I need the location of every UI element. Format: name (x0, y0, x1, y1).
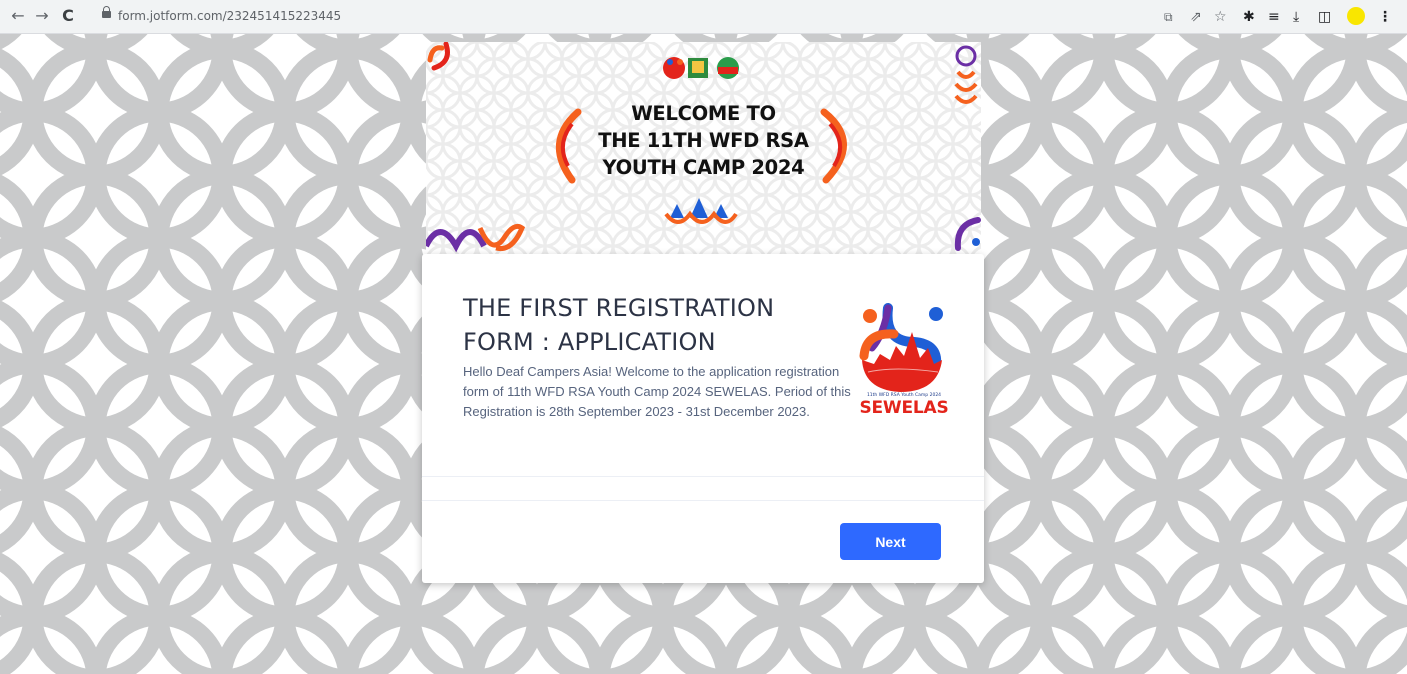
sewelas-logo-mark (859, 303, 943, 392)
download-icon[interactable]: ⤓ (1293, 7, 1299, 27)
welcome-line-3: YOUTH CAMP 2024 (602, 156, 805, 179)
lock-icon[interactable] (102, 6, 111, 18)
reading-list-icon[interactable]: ≡ (1268, 7, 1280, 27)
forward-button[interactable]: → (32, 6, 52, 26)
partner-logos (663, 57, 739, 79)
divider (422, 476, 984, 477)
translate-icon[interactable]: ⧉ (1164, 7, 1173, 27)
form-title-line-1: THE FIRST REGISTRATION (463, 294, 775, 322)
divider (422, 500, 984, 501)
welcome-line-2: THE 11TH WFD RSA (598, 129, 809, 152)
extensions-icon[interactable]: ✱ (1243, 7, 1255, 27)
url-text[interactable]: form.jotform.com/232451415223445 (118, 9, 341, 23)
welcome-line-1: WELCOME TO (631, 102, 776, 125)
sewelas-wordmark: SEWELAS (859, 398, 949, 418)
form-card: THE FIRST REGISTRATION FORM : APPLICATIO… (422, 254, 984, 583)
form-title: THE FIRST REGISTRATION FORM : APPLICATIO… (463, 291, 823, 359)
form-description: Hello Deaf Campers Asia! Welcome to the … (463, 364, 851, 419)
share-icon[interactable]: ⇗ (1190, 7, 1202, 27)
profile-avatar[interactable] (1347, 7, 1365, 25)
sewelas-logo: 11th WFD RSA Youth Camp 2024 SEWELAS (854, 298, 954, 418)
menu-icon[interactable]: ⋮ (1378, 7, 1392, 27)
star-icon[interactable]: ☆ (1214, 7, 1227, 27)
address-bar[interactable]: form.jotform.com/232451415223445 (90, 4, 1320, 30)
reload-button[interactable]: C (58, 6, 78, 26)
welcome-heading: WELCOME TO THE 11TH WFD RSA YOUTH CAMP 2… (426, 100, 981, 181)
header-banner: WELCOME TO THE 11TH WFD RSA YOUTH CAMP 2… (426, 42, 981, 254)
next-button[interactable]: Next (840, 523, 941, 560)
side-panel-icon[interactable]: ◫ (1318, 7, 1331, 27)
browser-toolbar: ← → C form.jotform.com/232451415223445 ⧉… (0, 0, 1407, 34)
form-title-line-2: FORM : APPLICATION (463, 328, 716, 356)
back-button[interactable]: ← (8, 6, 28, 26)
